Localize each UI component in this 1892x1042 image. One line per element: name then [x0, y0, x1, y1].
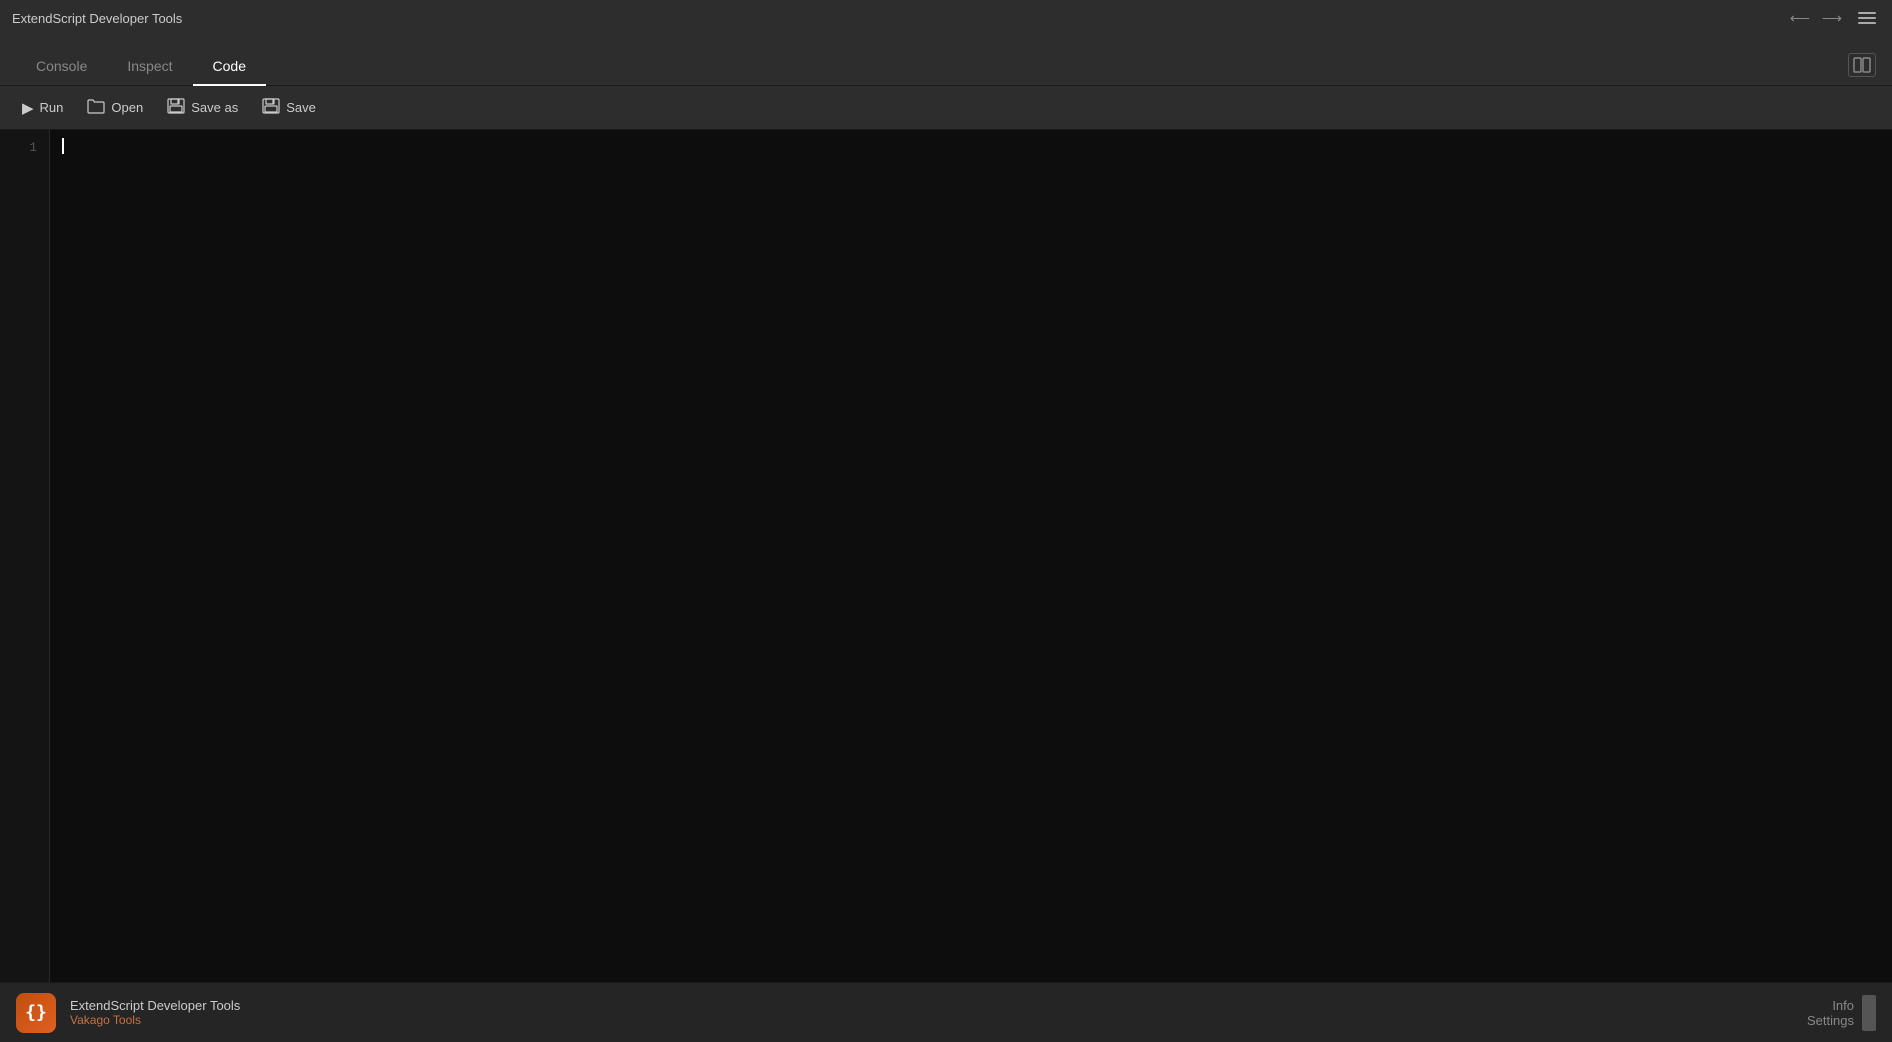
editor-cursor — [62, 138, 64, 154]
title-bar-left: ExtendScript Developer Tools — [12, 11, 182, 26]
save-as-floppy-icon — [167, 98, 185, 114]
editor-cursor-line — [62, 138, 1880, 154]
line-numbers: 1 — [0, 130, 50, 982]
folder-icon — [87, 98, 105, 114]
app-logo: {} — [16, 993, 56, 1033]
title-bar-controls: ⟵ ⟶ — [1790, 8, 1880, 28]
title-bar: ExtendScript Developer Tools ⟵ ⟶ — [0, 0, 1892, 36]
info-link[interactable]: Info — [1832, 998, 1854, 1013]
save-as-icon — [167, 98, 185, 118]
tab-bar: Console Inspect Code — [0, 36, 1892, 86]
hamburger-line-2 — [1858, 17, 1876, 19]
tab-bar-right — [1848, 53, 1876, 85]
run-icon: ▶ — [22, 99, 34, 117]
status-bar-right-container: Info Settings — [1807, 995, 1876, 1031]
save-floppy-icon — [262, 98, 280, 114]
save-as-button[interactable]: Save as — [157, 92, 248, 124]
hamburger-line-3 — [1858, 22, 1876, 24]
app-title: ExtendScript Developer Tools — [12, 11, 182, 26]
split-view-button[interactable] — [1848, 53, 1876, 77]
menu-button[interactable] — [1854, 8, 1880, 28]
minimize-icon[interactable]: ⟵ — [1790, 11, 1810, 25]
settings-link[interactable]: Settings — [1807, 1013, 1854, 1028]
hamburger-line-1 — [1858, 12, 1876, 14]
tab-code[interactable]: Code — [193, 48, 266, 86]
toolbar: ▶ Run Open Save as — [0, 86, 1892, 130]
open-button[interactable]: Open — [77, 92, 153, 124]
editor-area: 1 — [0, 130, 1892, 982]
tab-inspect[interactable]: Inspect — [107, 48, 192, 86]
status-bar-left: {} ExtendScript Developer Tools Vakago T… — [16, 993, 240, 1033]
save-button[interactable]: Save — [252, 92, 326, 124]
app-info: ExtendScript Developer Tools Vakago Tool… — [70, 998, 240, 1027]
code-editor[interactable] — [50, 130, 1892, 982]
split-view-icon — [1853, 57, 1871, 73]
restore-icon[interactable]: ⟶ — [1822, 11, 1842, 25]
status-app-name: ExtendScript Developer Tools — [70, 998, 240, 1013]
run-label: Run — [40, 100, 64, 115]
save-icon — [262, 98, 280, 118]
save-label: Save — [286, 100, 316, 115]
scroll-handle[interactable] — [1862, 995, 1876, 1031]
status-author: Vakago Tools — [70, 1013, 240, 1027]
line-number-1: 1 — [0, 138, 49, 158]
status-labels: Info Settings — [1807, 998, 1854, 1028]
save-as-label: Save as — [191, 100, 238, 115]
open-label: Open — [111, 100, 143, 115]
status-bar: {} ExtendScript Developer Tools Vakago T… — [0, 982, 1892, 1042]
run-button[interactable]: ▶ Run — [12, 93, 73, 123]
open-icon — [87, 98, 105, 118]
tab-console[interactable]: Console — [16, 48, 107, 86]
tabs-container: Console Inspect Code — [16, 48, 266, 85]
